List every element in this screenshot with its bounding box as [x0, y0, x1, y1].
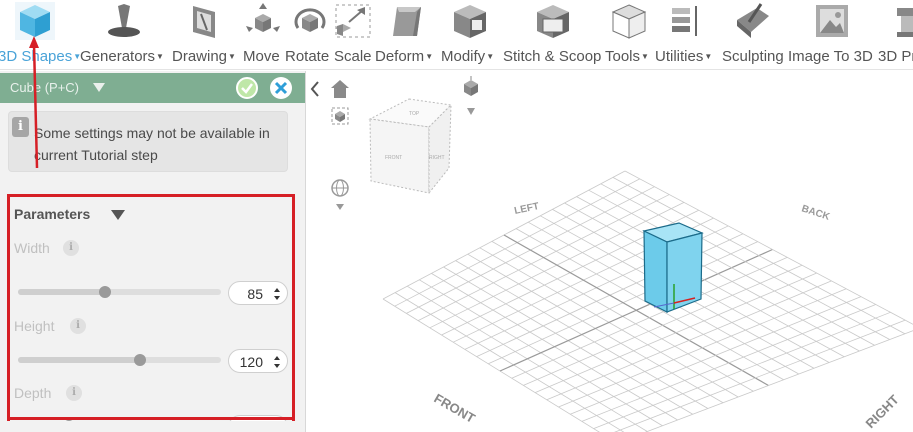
- width-value: 85: [247, 286, 263, 302]
- view-cube-right-label: RIGHT: [429, 155, 445, 161]
- home-view-icon[interactable]: [331, 80, 349, 98]
- stitch-scoop-icon[interactable]: [533, 2, 573, 40]
- toolbar-label-tools[interactable]: Tools▼: [605, 47, 649, 67]
- depth-label: Depth: [14, 385, 52, 401]
- grid-line: [581, 304, 876, 422]
- rotate-icon[interactable]: [290, 2, 330, 40]
- globe-view-icon[interactable]: [331, 179, 349, 210]
- width-slider-fill: [18, 289, 105, 295]
- parameters-title[interactable]: Parameters: [14, 206, 90, 222]
- panel-title: Cube (P+C): [10, 80, 79, 95]
- parameters-highlight-bottom: [7, 417, 295, 420]
- depth-value: 50: [247, 420, 263, 421]
- axis-label-front: FRONT: [432, 391, 478, 426]
- grid-line: [614, 319, 906, 432]
- utilities-icon[interactable]: [664, 2, 704, 40]
- panel-collapse-strip: [305, 71, 325, 432]
- width-label: Width: [14, 240, 50, 256]
- main-toolbar: 3D Shapes▼ Generators▼ Drawing▼ Move Rot…: [0, 0, 913, 70]
- toolbar-label-3d-print[interactable]: 3D Pr: [878, 47, 913, 67]
- height-value: 120: [239, 354, 263, 370]
- fit-view-icon[interactable]: [331, 107, 349, 125]
- toolbar-label-generators[interactable]: Generators▼: [80, 47, 164, 67]
- cube-icon[interactable]: [15, 2, 55, 40]
- width-input[interactable]: 85: [228, 281, 288, 305]
- generators-icon[interactable]: [104, 2, 144, 40]
- grid-line: [593, 311, 891, 429]
- checkmark-icon: [241, 83, 253, 94]
- drawing-icon[interactable]: [187, 2, 227, 40]
- axis-label-right: RIGHT: [863, 392, 902, 431]
- toolbar-label-rotate[interactable]: Rotate: [285, 47, 329, 67]
- parameters-section: Parameters Width i 85 Height i 120 Depth…: [7, 194, 295, 421]
- view-cube-front-label: FRONT: [385, 155, 402, 161]
- height-slider-thumb[interactable]: [134, 354, 146, 366]
- height-info-icon[interactable]: i: [70, 318, 86, 334]
- toolbar-label-sculpting[interactable]: Sculpting: [722, 47, 784, 67]
- scale-icon[interactable]: [333, 2, 373, 40]
- sculpting-icon[interactable]: [733, 2, 773, 40]
- deform-icon[interactable]: [387, 2, 427, 40]
- height-label: Height: [14, 318, 55, 334]
- tools-icon[interactable]: [609, 2, 649, 40]
- tool-panel: Cube (P+C) i Some settings may not be av…: [0, 71, 305, 432]
- panel-collapse-caret-icon[interactable]: [93, 83, 105, 92]
- apply-button[interactable]: [236, 77, 258, 99]
- grid-line: [382, 298, 600, 432]
- parameters-caret-icon[interactable]: [111, 210, 125, 220]
- toolbar-label-drawing[interactable]: Drawing▼: [172, 47, 236, 67]
- depth-info-icon[interactable]: i: [66, 385, 82, 401]
- move-icon[interactable]: [243, 2, 283, 40]
- depth-slider-thumb[interactable]: [63, 420, 75, 421]
- 3d-print-icon[interactable]: [893, 2, 913, 40]
- toolbar-label-utilities[interactable]: Utilities▼: [655, 47, 712, 67]
- collapse-panel-icon[interactable]: [307, 78, 323, 100]
- width-slider-thumb[interactable]: [99, 286, 111, 298]
- view-cube[interactable]: TOP FRONT RIGHT: [368, 98, 453, 195]
- perspective-icon[interactable]: [464, 76, 478, 115]
- modify-icon[interactable]: [450, 2, 490, 40]
- width-spinner-icon[interactable]: [273, 286, 281, 302]
- cancel-button[interactable]: [270, 77, 292, 99]
- height-slider-fill: [18, 357, 140, 363]
- view-cube-top-label: TOP: [409, 111, 420, 117]
- info-icon: i: [12, 117, 29, 137]
- tutorial-notice: i Some settings may not be available in …: [8, 111, 288, 172]
- toolbar-label-move[interactable]: Move: [243, 47, 280, 67]
- notice-text: Some settings may not be available in cu…: [34, 125, 270, 163]
- toolbar-label-stitch-scoop[interactable]: Stitch & Scoop: [503, 47, 601, 67]
- scene-canvas[interactable]: TOP FRONT RIGHT LEFT BACK FRONT RIGHT: [325, 71, 913, 432]
- axis-label-left: LEFT: [513, 201, 540, 217]
- toolbar-label-scale[interactable]: Scale: [334, 47, 372, 67]
- panel-header: Cube (P+C): [0, 73, 305, 103]
- depth-spinner-icon[interactable]: [273, 420, 281, 421]
- image-to-3d-icon[interactable]: [812, 2, 852, 40]
- close-icon: [274, 81, 288, 95]
- width-slider[interactable]: [18, 286, 221, 298]
- cube-model[interactable]: [642, 222, 704, 313]
- height-input[interactable]: 120: [228, 349, 288, 373]
- height-spinner-icon[interactable]: [273, 354, 281, 370]
- toolbar-label-image-to-3d[interactable]: Image To 3D: [788, 47, 873, 67]
- axis-label-back: BACK: [800, 203, 832, 223]
- height-slider[interactable]: [18, 354, 221, 366]
- toolbar-label-deform[interactable]: Deform▼: [375, 47, 433, 67]
- 3d-viewport[interactable]: TOP FRONT RIGHT LEFT BACK FRONT RIGHT: [325, 71, 913, 432]
- width-info-icon[interactable]: i: [63, 240, 79, 256]
- toolbar-label-3d-shapes[interactable]: 3D Shapes▼: [0, 47, 81, 67]
- toolbar-label-modify[interactable]: Modify▼: [441, 47, 494, 67]
